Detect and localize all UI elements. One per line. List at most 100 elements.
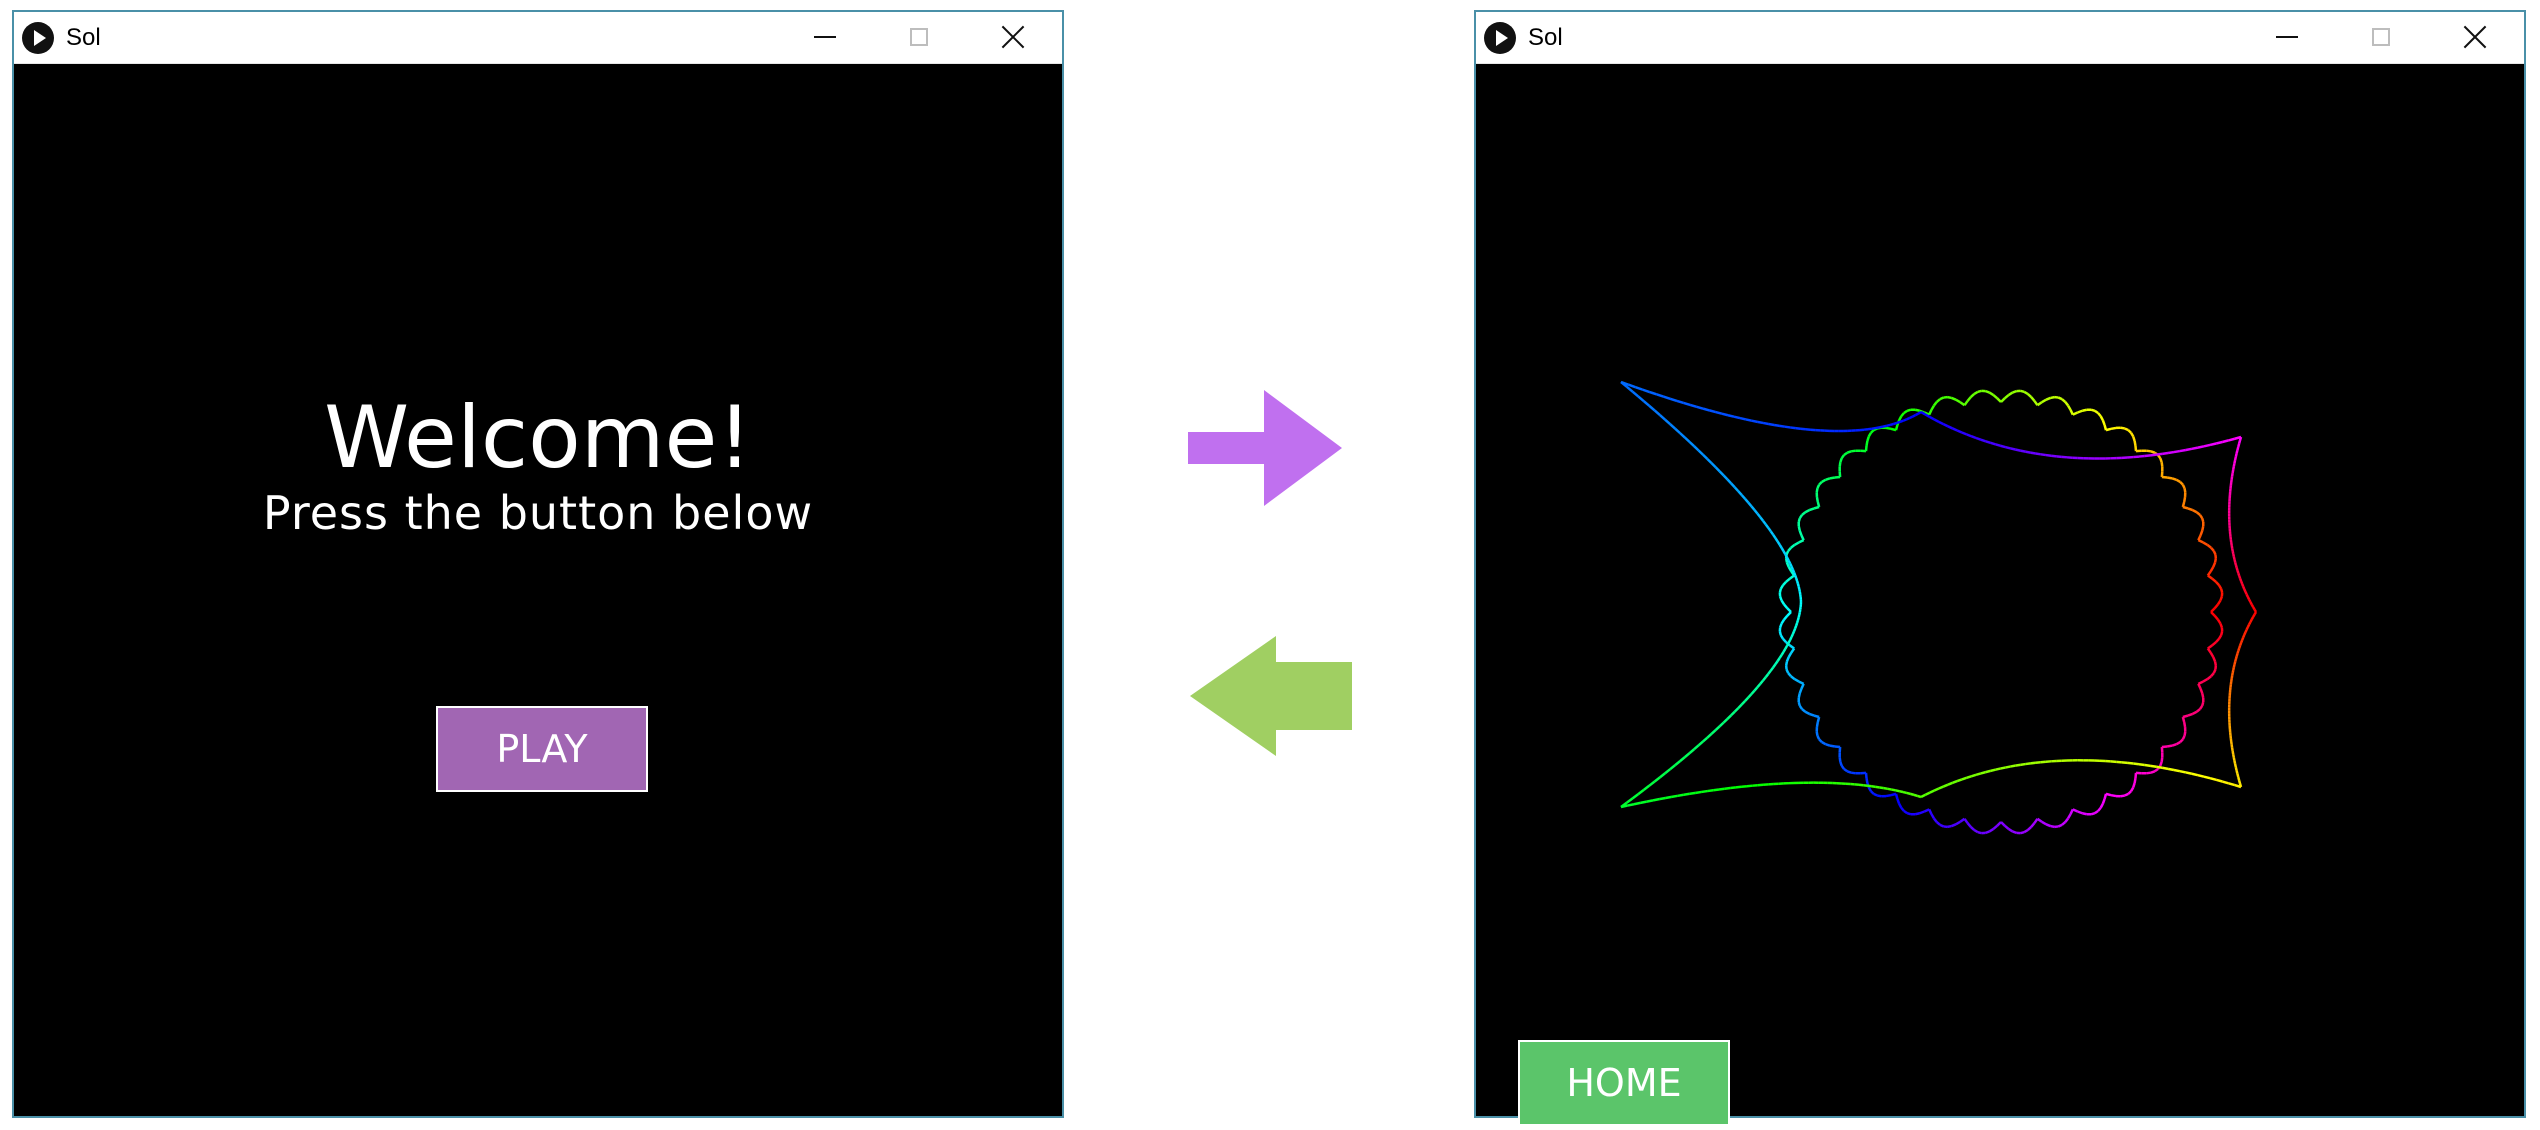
fractal-segment — [2213, 614, 2219, 621]
fractal-segment — [2232, 757, 2236, 761]
fractal-segment — [1800, 427, 1806, 431]
fractal-segment — [2050, 824, 2055, 829]
fractal-segment — [2181, 484, 2186, 489]
fractal-segment — [1816, 735, 1821, 740]
fractal-segment — [1947, 824, 1952, 829]
fractal-segment — [1839, 457, 1843, 463]
fractal-segment — [2110, 793, 2117, 798]
fractal-segment — [2101, 798, 2106, 805]
fractal-segment — [1894, 793, 1899, 800]
maximize-button[interactable] — [872, 12, 966, 62]
fractal-segment — [1914, 812, 1920, 816]
fractal-segment — [2099, 803, 2105, 809]
title-bar[interactable]: Sol — [1476, 12, 2524, 64]
fractal-segment — [2234, 766, 2238, 771]
fractal-segment — [2198, 514, 2204, 519]
fractal-segment — [1795, 619, 1800, 624]
fractal-segment — [1730, 482, 1736, 489]
window-title: Sol — [66, 24, 101, 51]
fractal-segment — [2025, 450, 2031, 454]
fractal-segment — [2041, 398, 2047, 404]
fractal-segment — [2253, 611, 2258, 616]
fractal-segment — [1637, 395, 1645, 403]
fractal-segment — [2025, 762, 2031, 766]
fractal-segment — [2242, 634, 2246, 639]
fractal-segment — [2030, 396, 2036, 402]
fractal-segment — [2005, 765, 2011, 769]
fractal-segment — [2245, 626, 2249, 631]
fractal-segment — [2212, 562, 2217, 568]
fractal-segment — [1663, 395, 1671, 400]
fractal-segment — [2166, 476, 2173, 480]
fractal-segment — [2230, 747, 2234, 752]
fractal-segment — [2191, 772, 2199, 777]
fractal-segment — [1726, 478, 1733, 485]
fractal-segment — [2101, 419, 2106, 426]
fractal-segment — [2206, 675, 2212, 681]
fractal-segment — [1797, 586, 1801, 590]
title-bar[interactable]: Sol — [14, 12, 1062, 64]
fractal-segment — [1985, 389, 1990, 394]
fractal-segment — [2094, 409, 2099, 415]
fractal-segment — [1815, 496, 1820, 503]
fractal-segment — [2198, 705, 2204, 710]
fractal-segment — [2235, 653, 2239, 657]
home-button[interactable]: HOME — [1518, 1040, 1730, 1126]
fractal-segment — [1790, 566, 1794, 571]
fractal-segment — [2247, 621, 2252, 626]
fractal-segment — [1963, 818, 1969, 824]
fractal-segment — [1947, 781, 1954, 786]
fractal-segment — [2202, 541, 2209, 547]
fractal-segment — [2161, 766, 2169, 771]
fractal-segment — [2231, 750, 2235, 755]
play-button[interactable]: PLAY — [436, 706, 648, 792]
app-play-icon — [1484, 22, 1516, 54]
fractal-segment — [2201, 693, 2205, 699]
minimize-button[interactable] — [778, 12, 872, 62]
fractal-segment — [1677, 793, 1684, 798]
fractal-segment — [1643, 400, 1651, 407]
fractal-segment — [2250, 616, 2255, 621]
fractal-segment — [2237, 572, 2241, 577]
fractal-segment — [1722, 718, 1729, 724]
fractal-segment — [1744, 498, 1750, 504]
fractal-segment — [2246, 624, 2251, 628]
fractal-segment — [2045, 823, 2051, 828]
fractal-segment — [1793, 677, 1800, 683]
fractal-segment — [2233, 763, 2238, 768]
fractal-segment — [1676, 399, 1684, 405]
fractal-segment — [2233, 760, 2237, 765]
fractal-segment — [1843, 451, 1848, 457]
fractal-segment — [2231, 466, 2236, 471]
fractal-segment — [2233, 456, 2238, 461]
fractal-segment — [1924, 413, 1931, 419]
fractal-segment — [1902, 790, 1908, 795]
fractal-segment — [1747, 501, 1753, 508]
fractal-segment — [1951, 396, 1957, 401]
minimize-button[interactable] — [2240, 12, 2334, 62]
close-button[interactable] — [966, 12, 1060, 62]
fractal-segment — [1714, 725, 1721, 731]
sketch-canvas: HOME — [1476, 64, 2524, 1126]
fractal-segment — [1865, 777, 1869, 784]
close-button[interactable] — [2428, 12, 2522, 62]
fractal-segment — [1800, 534, 1805, 541]
fractal-segment — [1784, 425, 1791, 429]
fractal-segment — [1626, 797, 1634, 804]
fractal-segment — [2237, 443, 2241, 448]
fractal-segment — [2138, 763, 2145, 767]
fractal-segment — [2182, 505, 2189, 510]
fractal-segment — [1706, 732, 1713, 739]
maximize-button[interactable] — [2334, 12, 2428, 62]
fractal-segment — [2239, 580, 2244, 585]
fractal-segment — [1886, 423, 1891, 428]
fractal-segment — [2072, 411, 2079, 416]
fractal-segment — [2097, 412, 2102, 418]
fractal-segment — [1740, 494, 1747, 500]
fractal-segment — [2243, 631, 2247, 636]
fractal-segment — [1929, 789, 1935, 794]
fractal-segment — [1985, 769, 1991, 774]
fractal-segment — [2217, 584, 2223, 590]
fractal-segment — [2231, 669, 2235, 674]
fractal-segment — [2238, 642, 2243, 646]
